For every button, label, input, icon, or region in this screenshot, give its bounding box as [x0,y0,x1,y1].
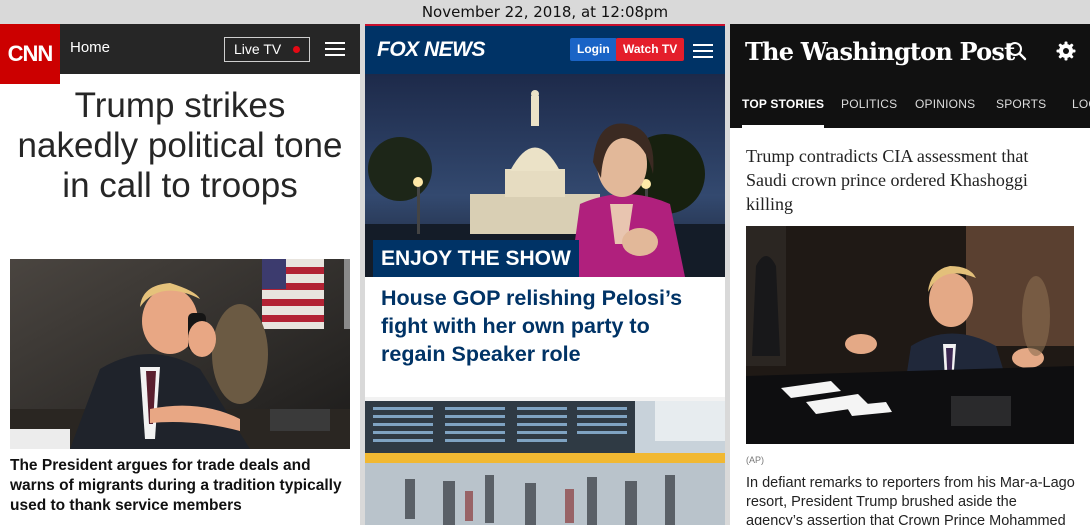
fox-header: FOX NEWS Login Watch TV [365,24,725,74]
search-icon[interactable] [1007,41,1027,61]
photo-credit: (AP) [746,455,764,465]
fox-logo[interactable]: FOX NEWS [377,36,486,64]
airport-terminal-photo [365,401,725,525]
tab-opinions[interactable]: OPINIONS [915,84,975,128]
screenshot-caption: November 22, 2018, at 12:08pm [0,0,1090,24]
fox-panel: FOX NEWS Login Watch TV ENJOY THE SHOW H… [365,24,725,525]
tab-top-stories[interactable]: TOP STORIES [742,84,825,128]
cnn-lead-photo[interactable] [10,259,350,449]
tab-local[interactable]: LOC [1072,84,1090,128]
wapo-header: The Washington Post [730,24,1090,84]
fox-story-card[interactable]: House GOP relishing Pelosi’s fight with … [365,277,725,397]
live-dot-icon [293,46,300,53]
cnn-panel: Home Live TV CNN Trump strikes nakedly p… [0,24,360,525]
wapo-blurb[interactable]: In defiant remarks to reporters from his… [746,474,1076,525]
wapo-story-card[interactable]: Trump contradicts CIA assessment that Sa… [730,128,1090,525]
watch-tv-button[interactable]: Watch TV [616,38,685,61]
cnn-headline[interactable]: Trump strikes nakedly political tone in … [10,86,350,206]
cnn-live-tv-button[interactable]: Live TV [224,37,310,62]
wapo-lead-photo[interactable] [746,226,1074,444]
trump-mar-a-lago-photo [746,226,1074,444]
menu-icon[interactable] [325,42,345,57]
wapo-headline[interactable]: Trump contradicts CIA assessment that Sa… [746,144,1066,216]
tab-politics[interactable]: POLITICS [841,84,897,128]
fox-headline[interactable]: House GOP relishing Pelosi’s fight with … [381,284,711,368]
cnn-summary[interactable]: The President argues for trade deals and… [10,456,350,516]
wapo-panel: The Washington Post TOP STORIES POLITICS… [730,24,1090,525]
cnn-live-tv-label: Live TV [234,41,282,57]
menu-icon[interactable] [693,44,713,59]
gear-icon[interactable] [1056,41,1076,61]
cnn-nav-home[interactable]: Home [70,24,110,72]
cnn-logo[interactable]: CNN [0,24,60,84]
wapo-logo[interactable]: The Washington Post [745,36,1015,68]
fox-secondary-photo[interactable] [365,401,725,525]
fox-ribbon: ENJOY THE SHOW [373,240,579,277]
tab-sports[interactable]: SPORTS [996,84,1046,128]
wapo-section-tabs: TOP STORIES POLITICS OPINIONS SPORTS LOC [730,84,1090,128]
login-button[interactable]: Login [570,38,617,61]
trump-phone-photo [10,259,350,449]
